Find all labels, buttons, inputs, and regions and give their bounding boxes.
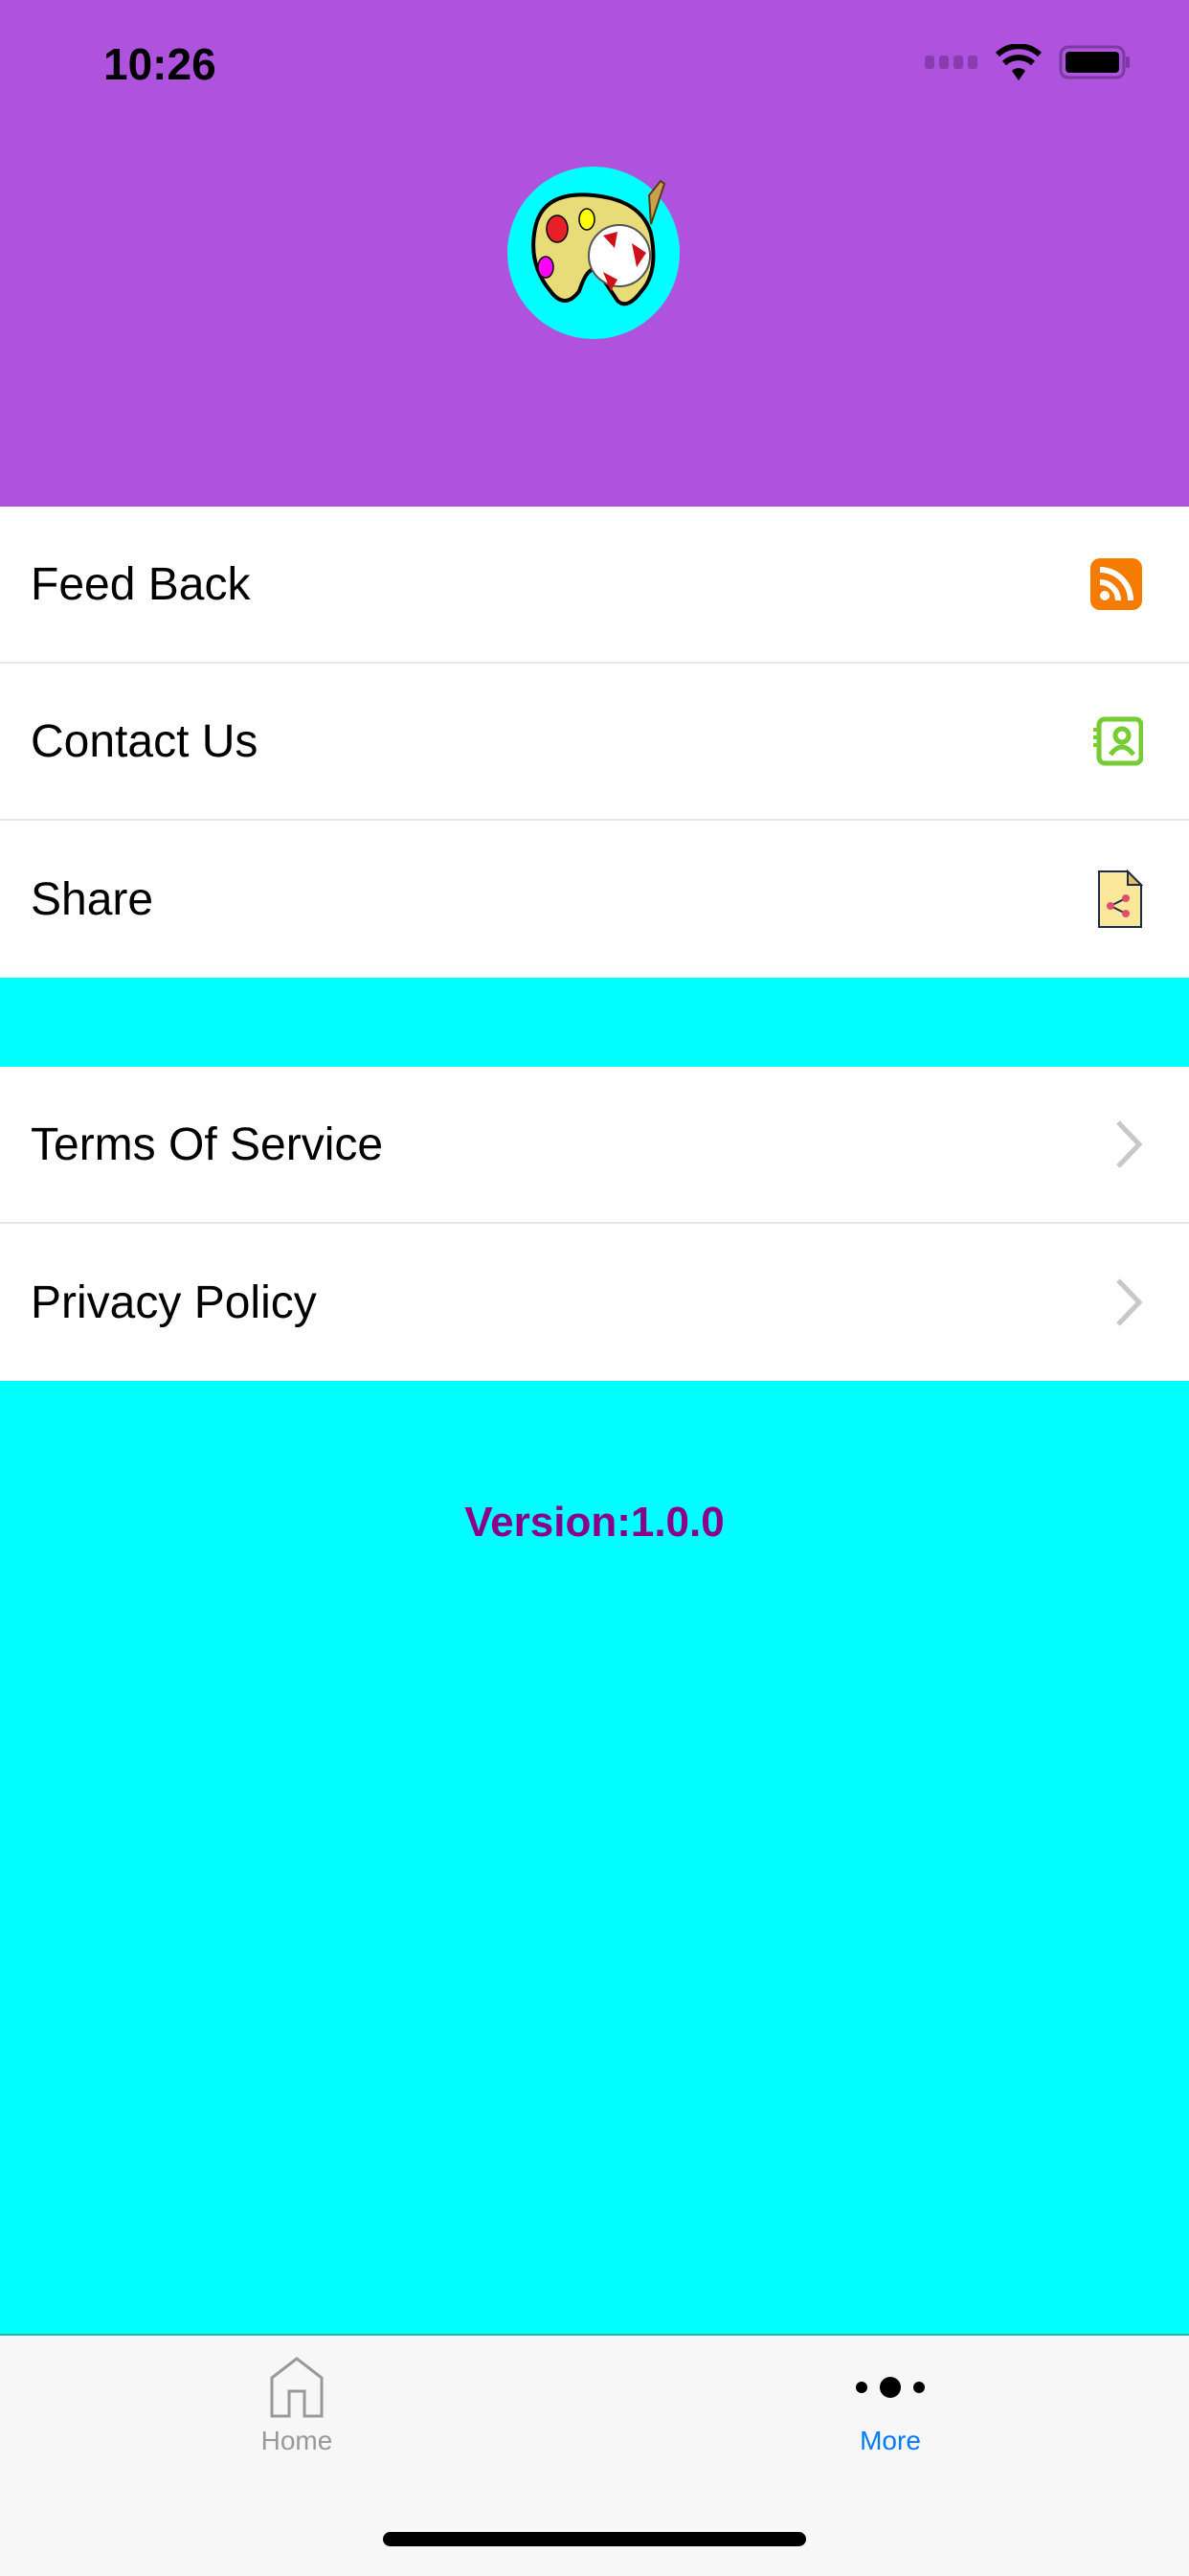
menu-item-label: Privacy Policy <box>31 1277 317 1328</box>
version-label: Version:1.0.0 <box>464 1499 725 1546</box>
menu-item-contact-us[interactable]: Contact Us <box>0 664 1189 821</box>
more-dots-icon <box>856 2377 925 2398</box>
home-icon <box>270 2357 324 2418</box>
signal-icon <box>925 56 977 69</box>
tab-home[interactable]: Home <box>201 2357 393 2456</box>
wifi-icon <box>996 44 1042 80</box>
rss-icon <box>1090 558 1142 610</box>
app-logo <box>507 167 680 339</box>
tab-label: Home <box>260 2426 333 2455</box>
palette-soccer-ball-logo-icon <box>531 179 666 306</box>
header: 10:26 <box>0 0 1189 507</box>
chevron-right-icon <box>1116 1278 1143 1326</box>
status-time: 10:26 <box>103 39 216 89</box>
chevron-right-icon <box>1116 1120 1143 1168</box>
battery-icon <box>1059 45 1130 79</box>
tab-more[interactable]: More <box>795 2357 986 2456</box>
menu-item-label: Feed Back <box>31 558 251 610</box>
menu-group-actions: Feed Back Contact Us Share <box>0 507 1189 978</box>
menu-item-label: Terms Of Service <box>31 1119 384 1170</box>
tab-label: More <box>860 2426 921 2455</box>
menu-item-share[interactable]: Share <box>0 821 1189 978</box>
menu-item-feedback[interactable]: Feed Back <box>0 507 1189 664</box>
menu-item-terms-of-service[interactable]: Terms Of Service <box>0 1067 1189 1224</box>
status-icons <box>925 44 1132 80</box>
menu-item-privacy-policy[interactable]: Privacy Policy <box>0 1224 1189 1381</box>
menu-item-label: Share <box>31 873 154 925</box>
menu-group-legal: Terms Of Service Privacy Policy <box>0 1067 1189 1381</box>
contact-book-icon <box>1093 716 1143 766</box>
home-indicator[interactable] <box>383 2532 806 2546</box>
menu-item-label: Contact Us <box>31 715 258 767</box>
share-document-icon <box>1098 870 1143 928</box>
